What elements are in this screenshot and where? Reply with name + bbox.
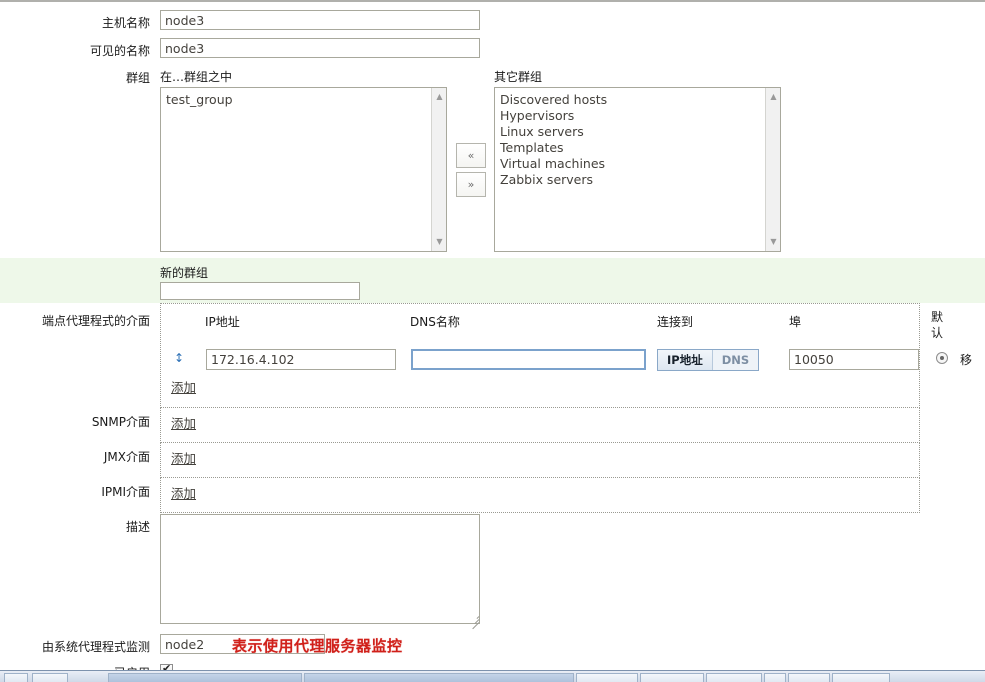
taskbar-button[interactable] xyxy=(764,673,786,682)
groups-label: 群组 xyxy=(125,71,150,85)
remove-interface-link[interactable]: 移 xyxy=(960,352,972,368)
list-item[interactable]: test_group xyxy=(166,92,431,108)
taskbar-button[interactable] xyxy=(706,673,762,682)
interface-port-input[interactable] xyxy=(789,349,919,370)
taskbar-button[interactable] xyxy=(32,673,68,682)
column-header-default: 默认 xyxy=(931,309,945,341)
new-group-input[interactable] xyxy=(160,282,360,300)
drag-handle-icon[interactable]: ↕ xyxy=(174,352,184,364)
interface-ip-input[interactable] xyxy=(206,349,396,370)
taskbar-button[interactable] xyxy=(832,673,890,682)
taskbar-button[interactable] xyxy=(304,673,574,682)
interface-dns-input[interactable] xyxy=(411,349,646,370)
other-groups-listbox[interactable]: Discovered hosts Hypervisors Linux serve… xyxy=(494,87,781,252)
host-name-input[interactable] xyxy=(160,10,480,30)
red-annotation-text: 表示使用代理服务器监控 xyxy=(232,637,403,655)
snmp-interfaces-table xyxy=(160,408,920,443)
agent-interfaces-label: 端点代理程式的介面 xyxy=(41,314,150,328)
host-name-label: 主机名称 xyxy=(101,16,150,30)
snmp-interfaces-label: SNMP介面 xyxy=(91,415,150,429)
jmx-interfaces-label: JMX介面 xyxy=(103,450,150,464)
connect-to-toggle[interactable]: IP地址 DNS xyxy=(657,349,760,371)
add-jmx-interface-link[interactable]: 添加 xyxy=(171,448,196,467)
taskbar-button[interactable] xyxy=(788,673,830,682)
host-configuration-form: 主机名称 可见的名称 群组 在…群组之中 其它群组 test_group ▲ ▼… xyxy=(0,0,985,682)
column-header-port: 埠 xyxy=(789,315,802,329)
scroll-up-icon[interactable]: ▲ xyxy=(766,90,780,104)
scroll-down-icon[interactable]: ▼ xyxy=(766,235,780,249)
in-groups-scrollbar[interactable]: ▲ ▼ xyxy=(431,88,446,251)
ipmi-interfaces-label: IPMI介面 xyxy=(101,485,150,499)
description-label: 描述 xyxy=(125,520,150,534)
visible-name-label: 可见的名称 xyxy=(89,44,150,58)
default-label-char-1: 默 xyxy=(931,310,944,324)
top-divider xyxy=(0,0,985,2)
jmx-interfaces-table xyxy=(160,443,920,478)
add-ipmi-interface-link[interactable]: 添加 xyxy=(171,483,196,502)
add-snmp-interface-link[interactable]: 添加 xyxy=(171,413,196,432)
scroll-up-icon[interactable]: ▲ xyxy=(432,90,446,104)
ipmi-interfaces-table xyxy=(160,478,920,513)
default-interface-radio[interactable] xyxy=(936,352,948,364)
monitored-by-proxy-label: 由系统代理程式监测 xyxy=(41,640,150,654)
taskbar xyxy=(0,670,985,682)
column-header-ip: IP地址 xyxy=(205,315,240,329)
taskbar-button[interactable] xyxy=(576,673,638,682)
visible-name-input[interactable] xyxy=(160,38,480,58)
list-item[interactable]: Hypervisors xyxy=(500,108,765,124)
other-groups-scrollbar[interactable]: ▲ ▼ xyxy=(765,88,780,251)
connect-to-ip-option[interactable]: IP地址 xyxy=(658,350,712,370)
other-groups-items[interactable]: Discovered hosts Hypervisors Linux serve… xyxy=(495,88,765,251)
column-header-connect-to: 连接到 xyxy=(657,315,694,329)
add-agent-interface-link[interactable]: 添加 xyxy=(171,377,196,396)
in-groups-listbox[interactable]: test_group ▲ ▼ xyxy=(160,87,447,252)
other-groups-label: 其它群组 xyxy=(494,70,543,84)
new-group-band xyxy=(0,258,985,303)
in-groups-items[interactable]: test_group xyxy=(161,88,431,251)
default-label-char-2: 认 xyxy=(931,326,944,340)
list-item[interactable]: Linux servers xyxy=(500,124,765,140)
column-header-dns: DNS名称 xyxy=(410,315,460,329)
description-textarea[interactable] xyxy=(160,514,480,624)
move-left-button[interactable]: « xyxy=(456,143,486,168)
taskbar-button[interactable] xyxy=(640,673,704,682)
taskbar-button[interactable] xyxy=(108,673,302,682)
in-groups-label: 在…群组之中 xyxy=(160,70,233,84)
list-item[interactable]: Discovered hosts xyxy=(500,92,765,108)
new-group-label: 新的群组 xyxy=(160,266,209,280)
taskbar-button[interactable] xyxy=(4,673,28,682)
connect-to-dns-option[interactable]: DNS xyxy=(711,350,759,370)
list-item[interactable]: Virtual machines xyxy=(500,156,765,172)
move-right-button[interactable]: » xyxy=(456,172,486,197)
list-item[interactable]: Templates xyxy=(500,140,765,156)
list-item[interactable]: Zabbix servers xyxy=(500,172,765,188)
scroll-down-icon[interactable]: ▼ xyxy=(432,235,446,249)
